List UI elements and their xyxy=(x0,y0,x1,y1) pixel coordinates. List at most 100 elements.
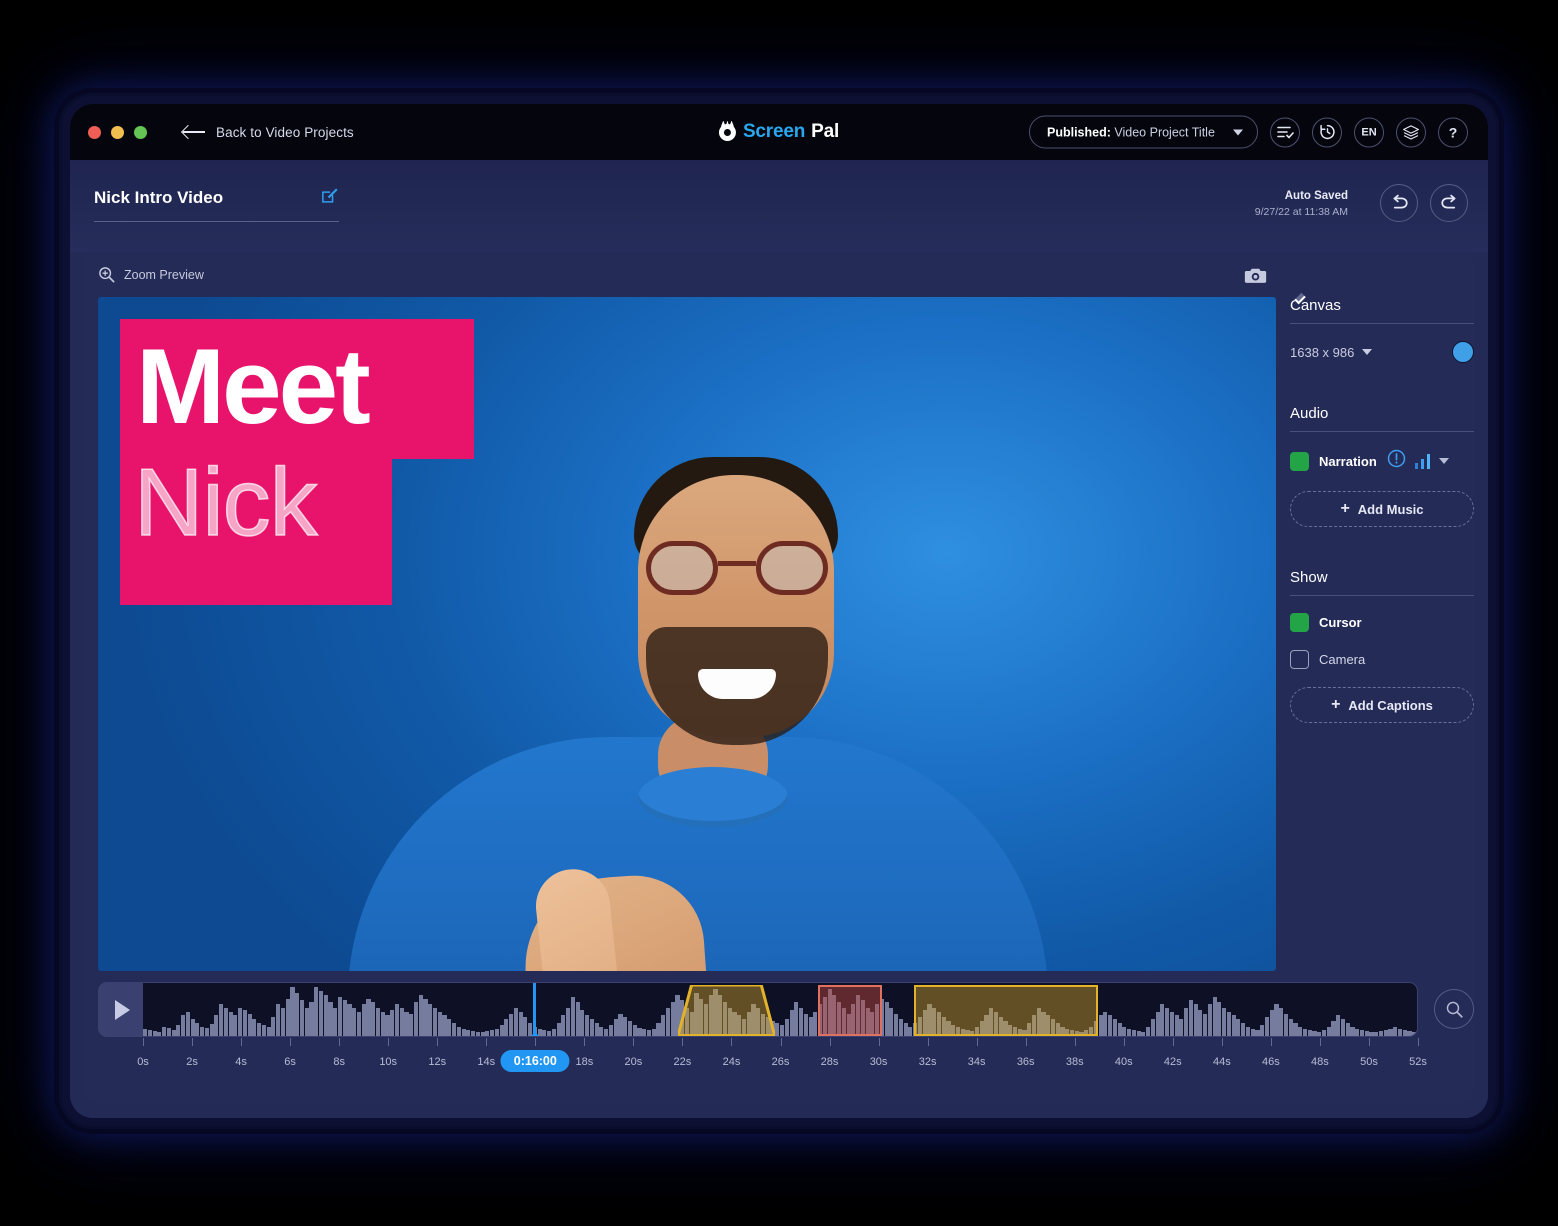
cursor-checkbox[interactable] xyxy=(1290,613,1309,632)
ruler-tick xyxy=(928,1038,929,1046)
waveform-bar xyxy=(1251,1029,1255,1037)
waveform-bar xyxy=(1198,1010,1202,1036)
maximize-window-button[interactable] xyxy=(134,126,147,139)
publish-status-dropdown[interactable]: Published: Video Project Title xyxy=(1029,116,1258,149)
ruler-tick xyxy=(1320,1038,1321,1046)
waveform-bar xyxy=(1360,1030,1364,1036)
waveform-bar xyxy=(233,1015,237,1036)
waveform-bar xyxy=(894,1014,898,1037)
waveform-bar xyxy=(404,1012,408,1036)
timeline-ruler: 0s2s4s6s8s10s12s14s18s20s22s24s26s28s30s… xyxy=(143,1038,1418,1088)
waveform-bar xyxy=(1146,1027,1150,1036)
ruler-tick-label: 0s xyxy=(137,1056,149,1068)
play-icon xyxy=(115,1000,130,1020)
waveform-bar xyxy=(790,1010,794,1036)
waveform-bar xyxy=(162,1027,166,1036)
camera-label: Camera xyxy=(1319,652,1365,667)
waveform-bar xyxy=(1289,1019,1293,1036)
timeline-clip-zoom-clip-gold[interactable] xyxy=(914,985,1099,1036)
edit-title-button[interactable] xyxy=(320,186,339,210)
waveform-bar xyxy=(1393,1027,1397,1036)
waveform-bar xyxy=(661,1015,665,1036)
waveform-bar xyxy=(148,1030,152,1036)
waveform-bar xyxy=(585,1015,589,1036)
redo-button[interactable] xyxy=(1430,184,1468,222)
ruler-tick xyxy=(1026,1038,1027,1046)
add-captions-button[interactable]: + Add Captions xyxy=(1290,687,1474,723)
version-history-button[interactable] xyxy=(1312,117,1342,147)
waveform-bar xyxy=(1255,1030,1259,1036)
autosave-label: Auto Saved xyxy=(1255,189,1348,205)
waveform-bar xyxy=(1398,1029,1402,1037)
back-to-video-projects-link[interactable]: Back to Video Projects xyxy=(183,125,354,140)
ruler-tick-label: 2s xyxy=(186,1056,198,1068)
waveform-bar xyxy=(1213,997,1217,1036)
brand-word-pal: Pal xyxy=(811,121,839,143)
layers-icon xyxy=(1402,124,1420,140)
camera-checkbox[interactable] xyxy=(1290,650,1309,669)
waveform-bar xyxy=(219,1004,223,1036)
layers-button[interactable] xyxy=(1396,117,1426,147)
timeline-clip-zoom-clip-trapezoid[interactable] xyxy=(678,985,775,1036)
waveform-bar xyxy=(400,1008,404,1036)
help-button[interactable]: ? xyxy=(1438,117,1468,147)
narration-warning-button[interactable] xyxy=(1387,449,1406,473)
zoom-preview-button[interactable]: Zoom Preview xyxy=(98,266,204,283)
ruler-tick xyxy=(977,1038,978,1046)
right-properties-panel: Canvas 1638 x 986 Audio Narration xyxy=(1290,297,1474,1057)
waveform-bar xyxy=(576,1002,580,1036)
task-list-button[interactable] xyxy=(1270,117,1300,147)
waveform-bar xyxy=(908,1027,912,1036)
waveform-bar xyxy=(899,1019,903,1036)
canvas-color-swatch[interactable] xyxy=(1452,341,1474,363)
current-time-indicator[interactable]: 0:16:00 xyxy=(501,1050,570,1072)
ruler-tick xyxy=(535,1038,536,1046)
canvas-size-dropdown[interactable]: 1638 x 986 xyxy=(1290,345,1372,360)
waveform-bar xyxy=(504,1019,508,1036)
add-music-button[interactable]: + Add Music xyxy=(1290,491,1474,527)
video-preview-canvas[interactable]: Meet Nick xyxy=(98,297,1276,971)
timeline-clip-highlight-clip-red[interactable] xyxy=(818,985,882,1036)
snapshot-button[interactable] xyxy=(1244,266,1267,290)
plus-icon: + xyxy=(1340,501,1349,517)
waveform-bar xyxy=(547,1031,551,1036)
waveform-bar xyxy=(414,1002,418,1036)
window-controls[interactable] xyxy=(88,126,147,139)
project-title-field[interactable]: Nick Intro Video xyxy=(94,186,339,222)
waveform-bar xyxy=(191,1019,195,1036)
language-button[interactable]: EN xyxy=(1354,117,1384,147)
waveform-bar xyxy=(813,1012,817,1036)
waveform-bar xyxy=(794,1002,798,1036)
narration-options-chevron-down-icon[interactable] xyxy=(1439,458,1449,464)
waveform-bar xyxy=(809,1017,813,1036)
waveform-bar xyxy=(628,1021,632,1036)
ruler-tick-label: 24s xyxy=(723,1056,741,1068)
waveform-bar xyxy=(1137,1031,1141,1036)
playhead[interactable] xyxy=(533,982,536,1037)
timeline-track[interactable] xyxy=(143,982,1418,1037)
waveform-bar xyxy=(514,1008,518,1036)
waveform-bar xyxy=(300,1000,304,1036)
undo-button[interactable] xyxy=(1380,184,1418,222)
timeline-zoom-button[interactable] xyxy=(1434,989,1474,1029)
waveform-bar xyxy=(290,987,294,1036)
page-title: Nick Intro Video xyxy=(94,188,223,208)
waveform-bar xyxy=(262,1025,266,1036)
narration-checkbox[interactable] xyxy=(1290,452,1309,471)
close-window-button[interactable] xyxy=(88,126,101,139)
play-button[interactable] xyxy=(98,982,143,1037)
waveform-bar xyxy=(557,1023,561,1036)
waveform-bar xyxy=(229,1012,233,1036)
waveform-bar xyxy=(1365,1031,1369,1036)
waveform-bar xyxy=(1284,1014,1288,1037)
waveform-bar xyxy=(476,1032,480,1036)
publish-value: Video Project Title xyxy=(1114,125,1215,139)
waveform-bar xyxy=(1122,1027,1126,1036)
back-link-label: Back to Video Projects xyxy=(216,125,354,140)
waveform-bar xyxy=(561,1015,565,1036)
waveform-bar xyxy=(656,1023,660,1036)
minimize-window-button[interactable] xyxy=(111,126,124,139)
ruler-tick-label: 28s xyxy=(821,1056,839,1068)
audio-level-button[interactable] xyxy=(1415,454,1431,469)
waveform-bar xyxy=(566,1008,570,1036)
